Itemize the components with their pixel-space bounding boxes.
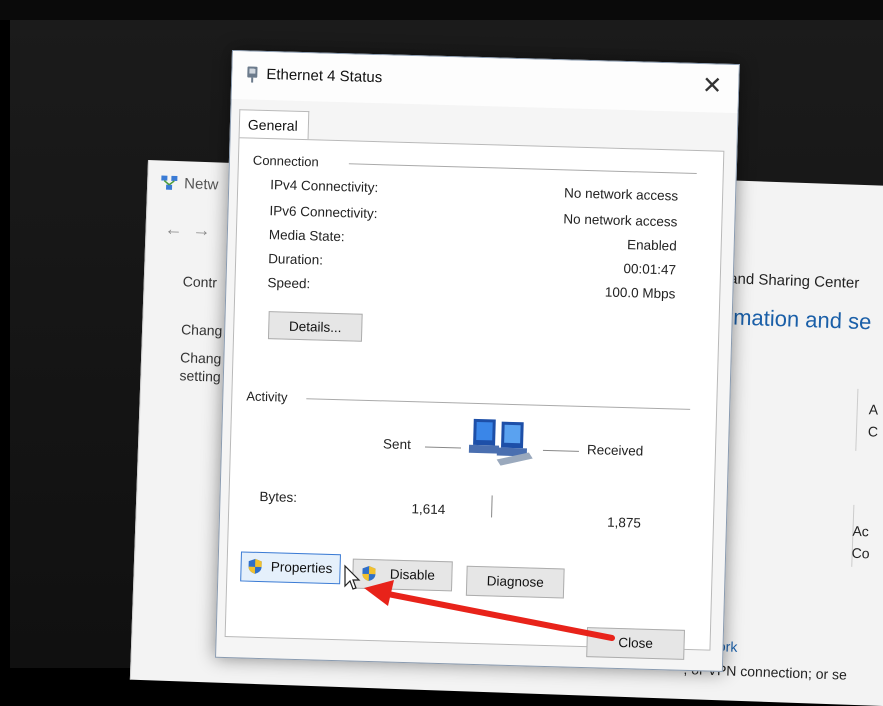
side-text-c: C	[867, 423, 879, 440]
duration-value: 00:01:47	[623, 261, 677, 278]
side-text-connections: Co	[851, 544, 870, 562]
bytes-received-value: 1,875	[606, 514, 642, 531]
side-text-access: Ac	[852, 522, 870, 540]
sent-label: Sent	[382, 436, 412, 453]
breadcrumb[interactable]: and Sharing Center	[729, 270, 860, 292]
ipv4-value: No network access	[563, 185, 679, 204]
properties-button-label: Properties	[270, 559, 333, 577]
received-label: Received	[586, 442, 644, 459]
ethernet-status-dialog: Ethernet 4 Status ✕ General Connection I…	[215, 50, 740, 672]
sent-connector	[424, 446, 461, 449]
tab-label: General	[247, 116, 298, 134]
details-button-label: Details...	[288, 318, 342, 336]
left-link-settings[interactable]: setting	[179, 367, 221, 384]
media-state-value: Enabled	[626, 237, 677, 254]
disable-button[interactable]: Disable	[352, 558, 453, 592]
details-button[interactable]: Details...	[267, 311, 363, 342]
properties-button[interactable]: Properties	[240, 551, 341, 585]
dialog-title: Ethernet 4 Status	[266, 65, 383, 87]
close-button[interactable]: Close	[586, 627, 685, 660]
uac-shield-icon	[248, 558, 262, 574]
connection-group-label: Connection	[252, 152, 325, 170]
forward-arrow-icon[interactable]: →	[192, 220, 211, 242]
monitor-bezel	[0, 0, 883, 20]
group-rule	[306, 398, 691, 410]
group-rule	[348, 163, 697, 175]
divider	[855, 388, 859, 451]
left-link-change-sharing[interactable]: Chang	[180, 349, 222, 366]
duration-label: Duration:	[267, 251, 324, 268]
received-connector	[542, 449, 579, 452]
back-arrow-icon[interactable]: ←	[164, 219, 183, 241]
left-link-change-adapter[interactable]: Chang	[181, 321, 223, 338]
side-text-a: A	[868, 401, 879, 418]
media-state-label: Media State:	[268, 227, 345, 245]
diagnose-button-label: Diagnose	[486, 573, 544, 590]
tab-general[interactable]: General	[238, 109, 310, 141]
close-icon[interactable]: ✕	[702, 72, 723, 100]
diagnose-button[interactable]: Diagnose	[465, 565, 565, 599]
activity-group-label: Activity	[246, 388, 294, 405]
ipv6-value: No network access	[563, 211, 678, 230]
network-icon	[161, 175, 178, 190]
left-link-control-panel[interactable]: Contr	[183, 273, 218, 290]
network-activity-icon	[468, 418, 533, 466]
speed-label: Speed:	[267, 275, 311, 292]
disable-button-label: Disable	[389, 566, 436, 583]
speed-value: 100.0 Mbps	[604, 284, 676, 302]
bytes-sent-value: 1,614	[411, 501, 446, 518]
ethernet-icon	[247, 66, 258, 83]
ipv6-label: IPv6 Connectivity:	[269, 203, 378, 222]
window-title: Netw	[183, 175, 219, 194]
ipv4-label: IPv4 Connectivity:	[270, 177, 379, 196]
close-button-label: Close	[618, 635, 654, 651]
mouse-cursor-icon	[344, 564, 361, 590]
page-heading: rmation and se	[725, 304, 872, 335]
